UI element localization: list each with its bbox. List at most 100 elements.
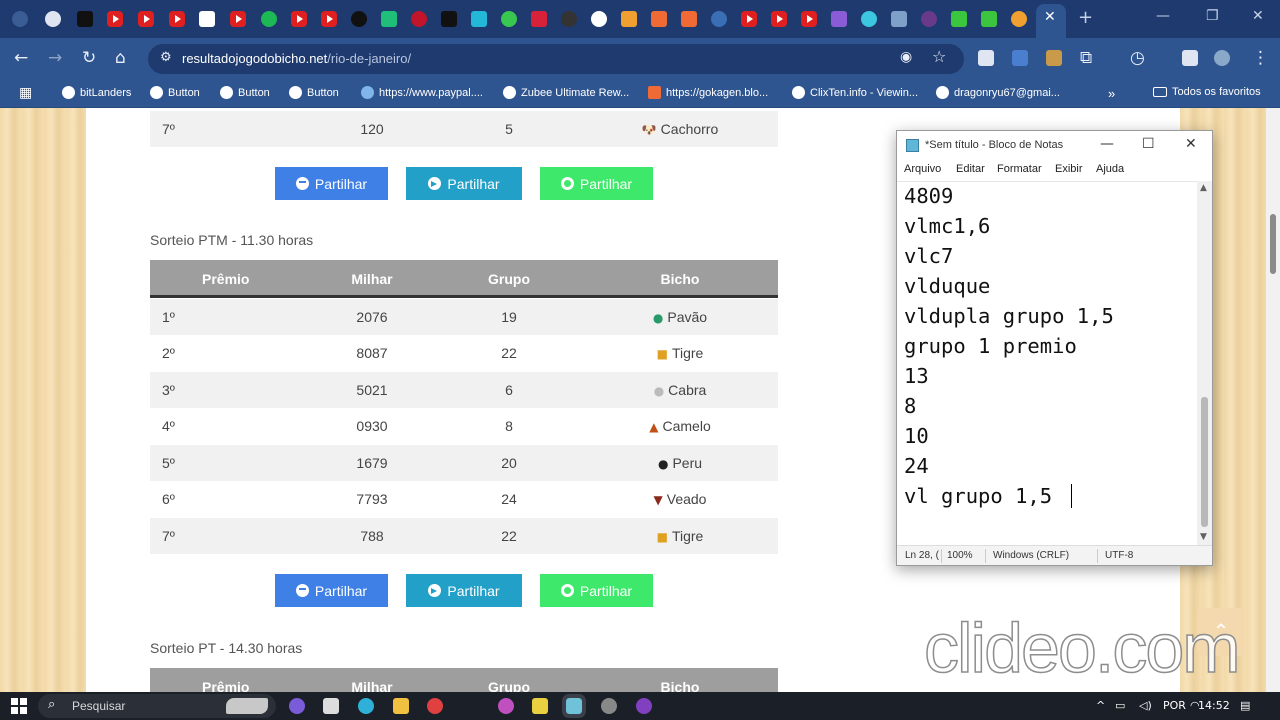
- tab-search-icon[interactable]: [12, 11, 28, 27]
- menu-arquivo[interactable]: Arquivo: [904, 163, 941, 175]
- tab-tiktok-icon[interactable]: [77, 11, 93, 27]
- bookmark-item[interactable]: https://www.paypal....: [361, 86, 483, 99]
- media-player-icon[interactable]: [636, 698, 652, 714]
- volume-icon[interactable]: ◁): [1139, 699, 1152, 712]
- bookmark-item[interactable]: https://gokagen.blo...: [648, 86, 768, 99]
- tab-site-icon[interactable]: [531, 11, 547, 27]
- notepad-scrollbar[interactable]: ▲ ▼: [1197, 181, 1212, 545]
- menu-icon[interactable]: ⋮: [1252, 48, 1269, 68]
- tab-site-icon[interactable]: [591, 11, 607, 27]
- notifications-icon[interactable]: ▤: [1240, 699, 1250, 712]
- tab-youtube-icon[interactable]: [230, 11, 246, 27]
- tab-blogger-icon[interactable]: [681, 11, 697, 27]
- bookmark-item[interactable]: Button: [150, 86, 200, 99]
- minimize-icon[interactable]: —: [1100, 136, 1114, 152]
- forward-icon[interactable]: →: [48, 48, 62, 68]
- tab-site-icon[interactable]: [891, 11, 907, 27]
- scroll-up-icon[interactable]: ▲: [1200, 183, 1207, 193]
- page-scrollbar[interactable]: [1266, 108, 1280, 692]
- tab-chrome-icon[interactable]: [45, 11, 61, 27]
- more-bookmarks-icon[interactable]: »: [1108, 86, 1115, 101]
- close-icon[interactable]: ✕: [1185, 136, 1197, 152]
- tab-site-icon[interactable]: [561, 11, 577, 27]
- taskbar-app-icon[interactable]: [289, 698, 305, 714]
- translate-icon[interactable]: [1012, 50, 1028, 66]
- menu-exibir[interactable]: Exibir: [1055, 163, 1083, 175]
- share-facebook-button[interactable]: Partilhar: [275, 167, 388, 200]
- edge-icon[interactable]: [358, 698, 374, 714]
- taskbar-app-icon[interactable]: [498, 698, 514, 714]
- bookmark-item[interactable]: ClixTen.info - Viewin...: [792, 86, 918, 99]
- notepad-text-area[interactable]: 4809 vlmc1,6 vlc7 vlduque vldupla grupo …: [897, 181, 1197, 545]
- notepad-taskbar-icon[interactable]: [562, 694, 586, 718]
- tab-site-icon[interactable]: [951, 11, 967, 27]
- page-scrollbar-thumb[interactable]: [1270, 214, 1276, 274]
- sidebar-icon[interactable]: [1182, 50, 1198, 66]
- tab-youtube-icon[interactable]: [321, 11, 337, 27]
- reload-icon[interactable]: ↻: [82, 48, 96, 68]
- tab-site-icon[interactable]: [861, 11, 877, 27]
- all-bookmarks-folder[interactable]: Todos os favoritos: [1153, 86, 1261, 98]
- puzzle-icon[interactable]: ⧉: [1080, 48, 1092, 68]
- minimize-window-icon[interactable]: —: [1156, 8, 1170, 24]
- apps-grid-icon[interactable]: ▦: [19, 85, 32, 101]
- network-icon[interactable]: ▭: [1115, 699, 1125, 712]
- taskbar-app-icon[interactable]: [601, 698, 617, 714]
- tab-youtube-icon[interactable]: [291, 11, 307, 27]
- menu-ajuda[interactable]: Ajuda: [1096, 163, 1124, 175]
- notepad-titlebar[interactable]: *Sem título - Bloco de Notas — ☐ ✕: [897, 131, 1212, 159]
- taskbar-search-box[interactable]: ⌕ Pesquisar: [38, 694, 276, 718]
- menu-editar[interactable]: Editar: [956, 163, 985, 175]
- notepad-scrollbar-thumb[interactable]: [1201, 397, 1208, 527]
- tab-site-icon[interactable]: [831, 11, 847, 27]
- tab-youtube-icon[interactable]: [741, 11, 757, 27]
- back-icon[interactable]: ←: [14, 48, 28, 68]
- share-whatsapp-button[interactable]: Partilhar: [540, 167, 653, 200]
- tab-tiktok-icon[interactable]: [441, 11, 457, 27]
- share-telegram-button[interactable]: Partilhar: [406, 167, 522, 200]
- taskbar-app-icon[interactable]: [323, 698, 339, 714]
- share-telegram-button[interactable]: Partilhar: [406, 574, 522, 607]
- tab-youtube-icon[interactable]: [801, 11, 817, 27]
- tray-chevron-icon[interactable]: ^: [1096, 699, 1105, 712]
- history-icon[interactable]: ◷: [1130, 48, 1145, 68]
- tab-site-icon[interactable]: [621, 11, 637, 27]
- bookmark-item[interactable]: Button: [289, 86, 339, 99]
- clock[interactable]: 14:52: [1198, 699, 1230, 712]
- eye-off-icon[interactable]: ◉: [900, 49, 912, 65]
- file-explorer-icon[interactable]: [393, 698, 409, 714]
- language-indicator[interactable]: POR: [1163, 699, 1186, 712]
- bookmark-item[interactable]: bitLanders: [62, 86, 131, 99]
- tab-site-icon[interactable]: [351, 11, 367, 27]
- tab-play-icon[interactable]: [381, 11, 397, 27]
- share-whatsapp-button[interactable]: Partilhar: [540, 574, 653, 607]
- tab-site-icon[interactable]: [1011, 11, 1027, 27]
- tab-play-icon[interactable]: [471, 11, 487, 27]
- bookmark-item[interactable]: dragonryu67@gmai...: [936, 86, 1060, 99]
- extension-icon[interactable]: [978, 50, 994, 66]
- share-facebook-button[interactable]: Partilhar: [275, 574, 388, 607]
- omnibox[interactable]: ⚙ resultadojogodobicho.net/rio-de-janeir…: [148, 44, 964, 74]
- extension-icon[interactable]: [1046, 50, 1062, 66]
- scroll-down-icon[interactable]: ▼: [1200, 532, 1207, 542]
- tab-site-icon[interactable]: [981, 11, 997, 27]
- tab-play-icon[interactable]: [501, 11, 517, 27]
- home-icon[interactable]: ⌂: [115, 48, 126, 68]
- menu-formatar[interactable]: Formatar: [997, 163, 1042, 175]
- bookmark-item[interactable]: Button: [220, 86, 270, 99]
- bookmark-item[interactable]: Zubee Ultimate Rew...: [503, 86, 629, 99]
- tab-site-icon[interactable]: [411, 11, 427, 27]
- tab-cloud-icon[interactable]: [711, 11, 727, 27]
- tab-site-icon[interactable]: [261, 11, 277, 27]
- taskbar-app-icon[interactable]: [532, 698, 548, 714]
- star-icon[interactable]: ☆: [932, 47, 946, 66]
- chrome-icon[interactable]: [427, 698, 443, 714]
- maximize-icon[interactable]: ☐: [1142, 136, 1155, 152]
- tab-app-icon[interactable]: [199, 11, 215, 27]
- tab-youtube-icon[interactable]: [107, 11, 123, 27]
- tab-site-icon[interactable]: [921, 11, 937, 27]
- site-info-icon[interactable]: ⚙: [160, 50, 172, 65]
- close-window-icon[interactable]: ✕: [1252, 8, 1264, 24]
- tab-youtube-icon[interactable]: [138, 11, 154, 27]
- restore-window-icon[interactable]: ❐: [1206, 8, 1219, 24]
